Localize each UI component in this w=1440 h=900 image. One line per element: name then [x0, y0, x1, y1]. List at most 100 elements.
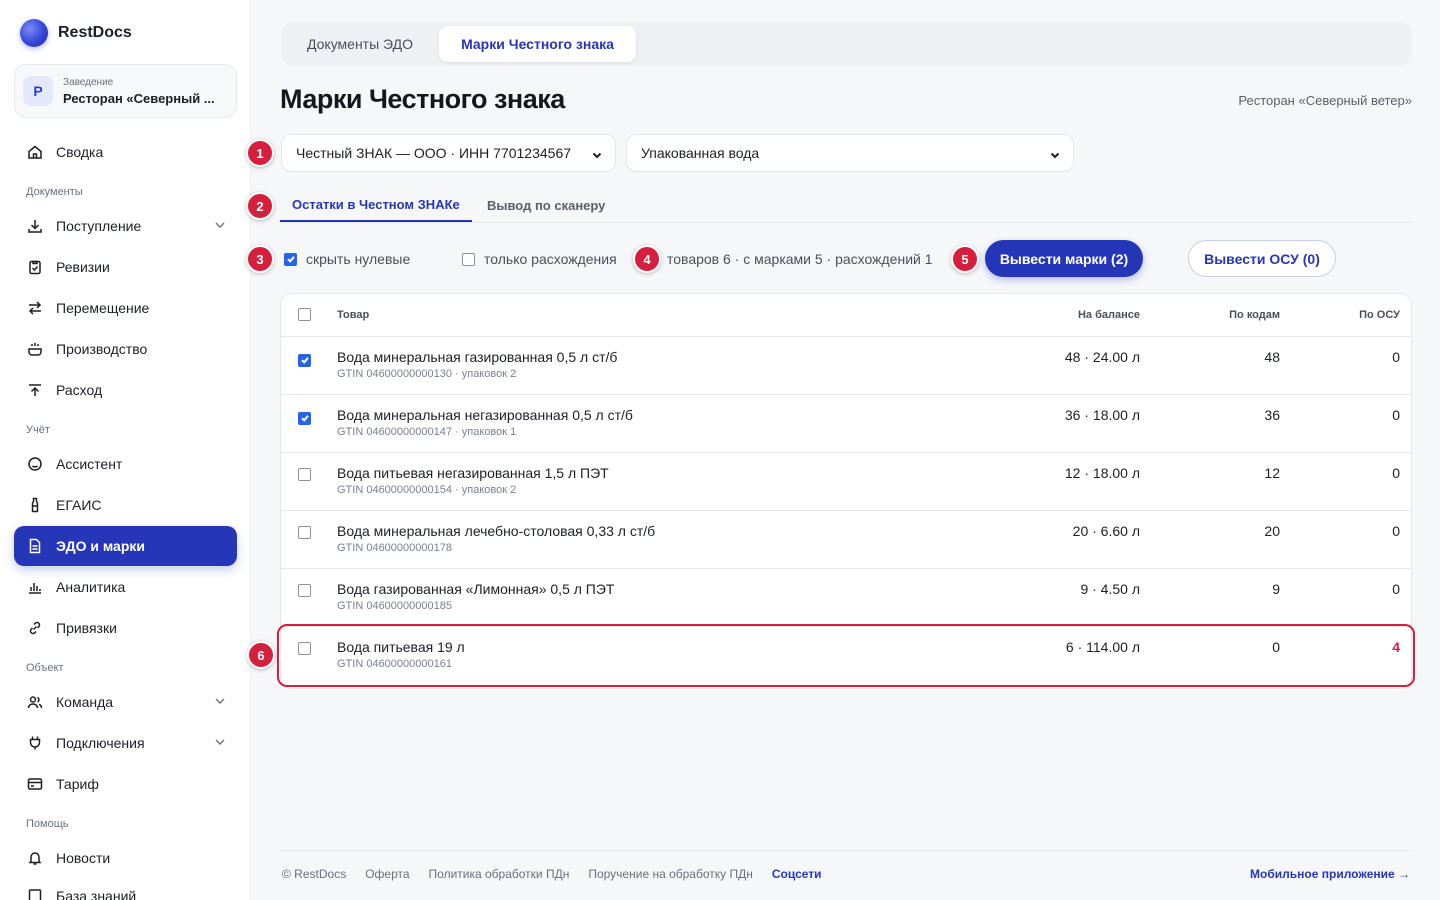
sidebar-item-label: ЕГАИС [56, 497, 102, 513]
sidebar-item-production[interactable]: Производство [14, 329, 237, 369]
table-row[interactable]: Вода минеральная негазированная 0,5 л ст… [281, 395, 1411, 453]
nav-section-documents: Документы [26, 186, 83, 198]
balance-value: 36 · 18.00 л [1064, 407, 1140, 423]
select-all-checkbox[interactable] [298, 308, 311, 321]
product-gtin: GTIN 04600000000154 · упаковок 2 [337, 484, 517, 496]
osu-value: 0 [1392, 523, 1400, 539]
sidebar-item-egais[interactable]: ЕГАИС [14, 485, 237, 525]
transfer-icon [26, 299, 44, 317]
table-row[interactable]: Вода минеральная газированная 0,5 л ст/б… [281, 337, 1411, 395]
product-name: Вода питьевая негазированная 1,5 л ПЭТ [337, 465, 609, 481]
nav-section-accounting: Учёт [26, 424, 50, 436]
chart-icon [26, 578, 44, 596]
nav-section-object: Объект [26, 662, 64, 674]
page-title: Марки Честного знака [280, 84, 565, 114]
sidebar-item-label: Команда [56, 694, 114, 710]
sidebar-item-knowledge-base[interactable]: База знаний [14, 876, 237, 900]
row-checkbox[interactable] [298, 411, 311, 425]
codes-value: 9 [1272, 581, 1280, 597]
sidebar-item-transfer[interactable]: Перемещение [14, 288, 237, 328]
footer-mobile-app-link[interactable]: Мобильное приложение → [1250, 867, 1410, 881]
only-diff-checkbox[interactable] [462, 252, 475, 266]
venue-avatar: Р [23, 76, 53, 106]
subtab-scanner-output[interactable]: Вывод по сканеру [487, 188, 605, 222]
tab-edo-documents[interactable]: Документы ЭДО [285, 26, 435, 62]
footer-link-offer[interactable]: Оферта [365, 867, 409, 881]
osu-value: 0 [1392, 465, 1400, 481]
marks-table: Товар На балансе По кодам По ОСУ Вода ми… [280, 293, 1412, 689]
category-select[interactable]: Упакованная вода [626, 134, 1074, 172]
only-diff-filter[interactable]: только расхождения [462, 251, 617, 267]
sidebar-item-tariff[interactable]: Тариф [14, 764, 237, 804]
venue-switcher[interactable]: Р Заведение Ресторан «Северный ... [14, 64, 237, 118]
sidebar-item-label: Сводка [56, 144, 104, 160]
sidebar-item-label: Привязки [56, 620, 117, 636]
org-select[interactable]: Честный ЗНАК — ООО · ИНН 7701234567 [281, 134, 616, 172]
only-diff-label: только расхождения [484, 251, 617, 267]
withdraw-marks-button[interactable]: Вывести марки (2) [985, 240, 1143, 277]
sidebar-item-receipts[interactable]: Поступление [14, 206, 237, 246]
codes-value: 48 [1264, 349, 1280, 365]
tab-honest-sign-marks[interactable]: Марки Честного знака [439, 26, 636, 62]
row-checkbox[interactable] [298, 584, 311, 597]
sidebar-item-bindings[interactable]: Привязки [14, 608, 237, 648]
sidebar-item-audits[interactable]: Ревизии [14, 247, 237, 287]
chevron-down-icon[interactable] [213, 218, 227, 235]
row-checkbox[interactable] [298, 642, 311, 655]
annotation-badge: 1 [246, 139, 274, 167]
summary-stats: товаров 6 · с марками 5 · расхождений 1 [667, 251, 933, 267]
org-select-value: Честный ЗНАК — ООО · ИНН 7701234567 [296, 145, 572, 161]
table-row[interactable]: Вода питьевая негазированная 1,5 л ПЭТ G… [281, 453, 1411, 511]
row-checkbox[interactable] [298, 468, 311, 481]
row-checkbox[interactable] [298, 353, 311, 367]
sidebar-item-assistant[interactable]: Ассистент [14, 444, 237, 484]
chevron-down-icon[interactable] [213, 735, 227, 752]
chevron-down-icon[interactable] [213, 694, 227, 711]
codes-value: 36 [1264, 407, 1280, 423]
sidebar-item-label: Ревизии [56, 259, 110, 275]
sidebar-item-label: Расход [56, 382, 103, 398]
pot-icon [26, 340, 44, 358]
brand-logo [20, 19, 48, 47]
footer-link-data-processing[interactable]: Поручение на обработку ПДн [588, 867, 753, 881]
table-row[interactable]: Вода питьевая 19 л GTIN 04600000000161 6… [281, 627, 1411, 685]
sidebar-item-summary[interactable]: Сводка [14, 132, 237, 172]
page-venue: Ресторан «Северный ветер» [1238, 93, 1412, 108]
sidebar-item-analytics[interactable]: Аналитика [14, 567, 237, 607]
bell-icon [26, 849, 44, 867]
nav-section-help: Помощь [26, 818, 69, 830]
sidebar-item-expense[interactable]: Расход [14, 370, 237, 410]
balance-value: 9 · 4.50 л [1080, 581, 1140, 597]
product-name: Вода минеральная лечебно-столовая 0,33 л… [337, 523, 656, 539]
home-icon [26, 143, 44, 161]
chevron-down-icon [1049, 148, 1061, 164]
bottle-icon [26, 496, 44, 514]
brand-name: RestDocs [58, 24, 132, 41]
withdraw-osu-button[interactable]: Вывести ОСУ (0) [1188, 240, 1336, 277]
annotation-badge: 5 [951, 245, 979, 273]
table-row[interactable]: Вода газированная «Лимонная» 0,5 л ПЭТ G… [281, 569, 1411, 627]
row-checkbox[interactable] [298, 526, 311, 539]
venue-caption: Заведение [63, 76, 114, 88]
sidebar-item-label: Поступление [56, 218, 142, 234]
footer-link-privacy[interactable]: Политика обработки ПДн [429, 867, 570, 881]
hide-zero-filter[interactable]: скрыть нулевые [284, 251, 410, 267]
product-gtin: GTIN 04600000000130 · упаковок 2 [337, 368, 517, 380]
footer-link-social[interactable]: Соцсети [772, 867, 822, 881]
product-name: Вода питьевая 19 л [337, 639, 465, 655]
sidebar-item-edo[interactable]: ЭДО и марки [14, 526, 237, 566]
brand[interactable]: RestDocs [20, 19, 132, 47]
sidebar-item-label: Новости [56, 850, 111, 866]
col-codes: По кодам [1229, 309, 1280, 321]
hide-zero-checkbox[interactable] [284, 252, 297, 266]
sidebar-item-connections[interactable]: Подключения [14, 723, 237, 763]
table-row[interactable]: Вода минеральная лечебно-столовая 0,33 л… [281, 511, 1411, 569]
osu-value: 0 [1392, 407, 1400, 423]
sidebar-item-team[interactable]: Команда [14, 682, 237, 722]
table-header: Товар На балансе По кодам По ОСУ [281, 294, 1411, 337]
osu-value-discrepancy: 4 [1392, 639, 1400, 655]
col-balance: На балансе [1077, 309, 1140, 321]
sidebar-item-news[interactable]: Новости [14, 838, 237, 878]
subtab-balances[interactable]: Остатки в Честном ЗНАКе [280, 188, 472, 222]
chevron-down-icon [591, 148, 603, 164]
